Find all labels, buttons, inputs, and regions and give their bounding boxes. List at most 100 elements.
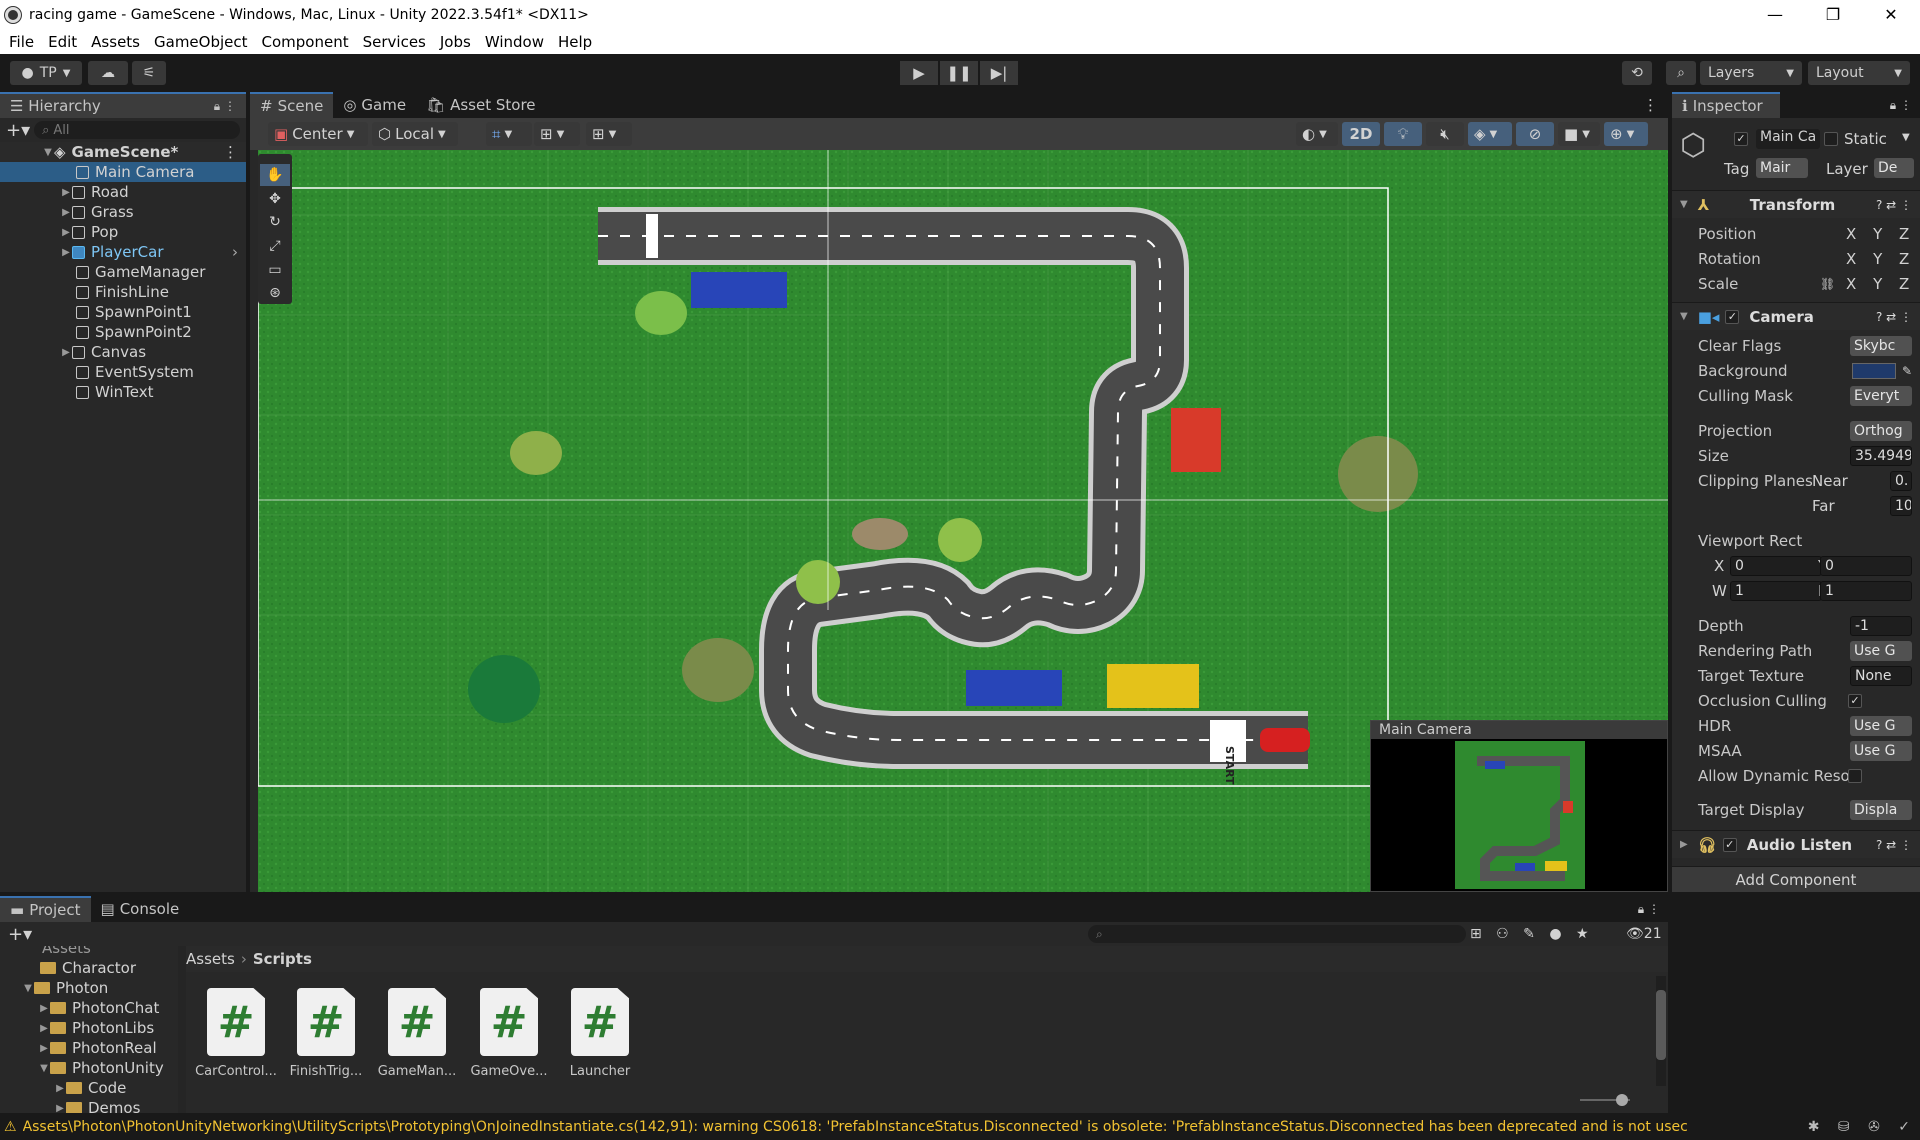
tab-scene[interactable]: # Scene [250,92,334,118]
tab-game[interactable]: ◎ Game [333,92,416,118]
tab-hierarchy[interactable]: ☰ Hierarchy 🔒︎ ⋮ [0,92,246,118]
hierarchy-item-spawnpoint2[interactable]: SpawnPoint2 [0,322,246,342]
expand-arrow-icon[interactable]: ▼ [22,983,34,994]
tab-asset-store[interactable]: 🛍︎ Asset Store [416,92,545,118]
status-icons[interactable]: ✱ ⛁ ✇ ✓ [1808,1119,1910,1135]
tree-item-demos[interactable]: ▶ Demos [0,1098,178,1113]
hierarchy-item-grass[interactable]: ▶ Grass [0,202,246,222]
ruler-button[interactable]: ⊞ ▼ [586,122,632,146]
expand-arrow-icon[interactable]: ▶ [60,247,72,258]
rect-tool-icon[interactable]: ▭ [260,259,290,281]
layers-dropdown[interactable]: Layers ▼ [1700,61,1802,85]
tree-scrollbar[interactable] [178,946,186,1113]
breadcrumb-scripts[interactable]: Scripts [253,950,312,968]
target-texture-field[interactable]: None [1850,666,1912,686]
draw-mode-button[interactable]: ◐ ▼ [1296,122,1338,146]
allow-dynamic-checkbox[interactable] [1848,769,1862,783]
link-icon[interactable]: ⛓ [1820,277,1835,291]
expand-arrow-icon[interactable]: ▶ [60,227,72,238]
hand-tool-icon[interactable]: ✋ [260,164,290,186]
expand-arrow-icon[interactable]: ▶ [54,1083,66,1094]
layer-dropdown[interactable]: De [1874,158,1914,178]
space-dropdown[interactable]: ⬡ Local ▼ [372,122,458,146]
more-icon[interactable]: ⋮ [224,99,236,113]
help-icon[interactable]: ? ⇄ ⋮ [1876,198,1912,212]
expand-arrow-icon[interactable]: ▶ [38,1043,50,1054]
pivot-dropdown[interactable]: ▣ Center ▼ [268,122,368,146]
audio-button[interactable]: 🔇︎ [1426,122,1464,146]
viewport-h-field[interactable]: 1 [1820,581,1912,601]
hierarchy-item-spawnpoint1[interactable]: SpawnPoint1 [0,302,246,322]
hidden-count[interactable]: 👁︎21 [1626,926,1662,942]
object-name-field[interactable]: Main Ca [1756,129,1820,149]
audio-listener-header[interactable]: ▶ 🎧︎ ✓ Audio Listen ? ⇄ ⋮ [1672,830,1920,858]
menu-gameobject[interactable]: GameObject [147,33,255,51]
script-file[interactable]: # GameMan... [374,988,460,1079]
menu-component[interactable]: Component [255,33,356,51]
script-file[interactable]: # GameOve... [466,988,552,1079]
clear-flags-dropdown[interactable]: Skybc [1850,336,1912,356]
expand-arrow-icon[interactable]: ▶ [60,187,72,198]
restore-icon[interactable]: ❐ [1804,0,1862,29]
scale-tool-icon[interactable]: ⤢ [260,235,290,257]
project-search-input[interactable]: ⌕ [1088,925,1466,943]
menu-jobs[interactable]: Jobs [433,33,478,51]
account-button[interactable]: ● TP ▼ [10,61,82,85]
far-field[interactable]: 10 [1890,496,1912,516]
camera-enabled-checkbox[interactable]: ✓ [1725,309,1740,324]
menu-file[interactable]: File [2,33,41,51]
hierarchy-item-canvas[interactable]: ▶ Canvas [0,342,246,362]
hierarchy-item-main-camera[interactable]: Main Camera [0,162,246,182]
expand-arrow-icon[interactable]: ▶ [38,1003,50,1014]
transform-header[interactable]: ▼ ⅄ Transform ? ⇄ ⋮ [1672,190,1920,218]
scrollbar-thumb[interactable] [1656,990,1666,1060]
tab-project[interactable]: ▬ Project [0,896,91,922]
tree-item-code[interactable]: ▶ Code [0,1078,178,1098]
zoom-slider[interactable] [1580,1094,1630,1106]
lock-icon[interactable]: 🔒︎ [214,99,220,113]
visibility-button[interactable]: ⊘ [1516,122,1554,146]
zoom-slider-thumb[interactable] [1616,1094,1628,1106]
xyz-fields[interactable]: X Y Z [1846,225,1909,243]
hierarchy-item-eventsystem[interactable]: EventSystem [0,362,246,382]
cloud-button[interactable]: ☁ [88,61,128,85]
collab-button[interactable]: ⚟ [132,61,166,85]
camera-settings-button[interactable]: ■ ▼ [1558,122,1600,146]
rendering-path-dropdown[interactable]: Use G [1850,641,1912,661]
grid-snap-button[interactable]: ⌗ ▼ [486,122,532,146]
add-icon[interactable]: +▾ [8,924,32,945]
step-button[interactable]: ▶| [980,61,1018,85]
hierarchy-item-wintext[interactable]: WinText [0,382,246,402]
audio-enabled-checkbox[interactable]: ✓ [1722,837,1737,852]
hierarchy-item-pop[interactable]: ▶ Pop [0,222,246,242]
add-icon[interactable]: +▾ [6,120,30,141]
expand-arrow-icon[interactable]: ▶ [54,1103,66,1114]
files-scrollbar[interactable] [1656,976,1666,1086]
lock-icon[interactable]: 🔒︎ ⋮ [1882,92,1920,118]
size-field[interactable]: 35.4949 [1850,446,1912,466]
script-file[interactable]: # CarControl... [193,988,279,1079]
script-file[interactable]: # Launcher [557,988,643,1079]
history-button[interactable]: ⟲ [1622,61,1652,85]
hierarchy-search-input[interactable]: ⌕ All [34,121,240,139]
expand-arrow-icon[interactable]: ▶ [60,207,72,218]
status-bar[interactable]: ⚠ Assets\Photon\PhotonUnityNetworking\Ut… [0,1113,1920,1140]
background-color-swatch[interactable] [1852,363,1896,379]
tree-item-photonchat[interactable]: ▶ PhotonChat [0,998,178,1018]
menu-services[interactable]: Services [356,33,433,51]
help-icon[interactable]: ? ⇄ ⋮ [1876,838,1912,852]
menu-help[interactable]: Help [551,33,599,51]
active-checkbox[interactable]: ✓ [1734,132,1748,146]
viewport-w-field[interactable]: 1 [1730,581,1822,601]
chevron-right-icon[interactable]: › [232,243,238,261]
pause-button[interactable]: ❚❚ [940,61,978,85]
transform-tool-icon[interactable]: ⊛ [260,282,290,304]
rotate-tool-icon[interactable]: ↻ [260,211,290,233]
scene-row[interactable]: ▼ ◈ GameScene* ⋮ [0,142,246,162]
hierarchy-item-playercar[interactable]: ▶ PlayerCar › [0,242,246,262]
help-icon[interactable]: ? ⇄ ⋮ [1876,310,1912,324]
eyedropper-icon[interactable]: ✎ [1902,364,1912,378]
move-tool-icon[interactable]: ✥ [260,188,290,210]
msaa-dropdown[interactable]: Use G [1850,741,1912,761]
lighting-button[interactable]: 💡︎ [1384,122,1422,146]
